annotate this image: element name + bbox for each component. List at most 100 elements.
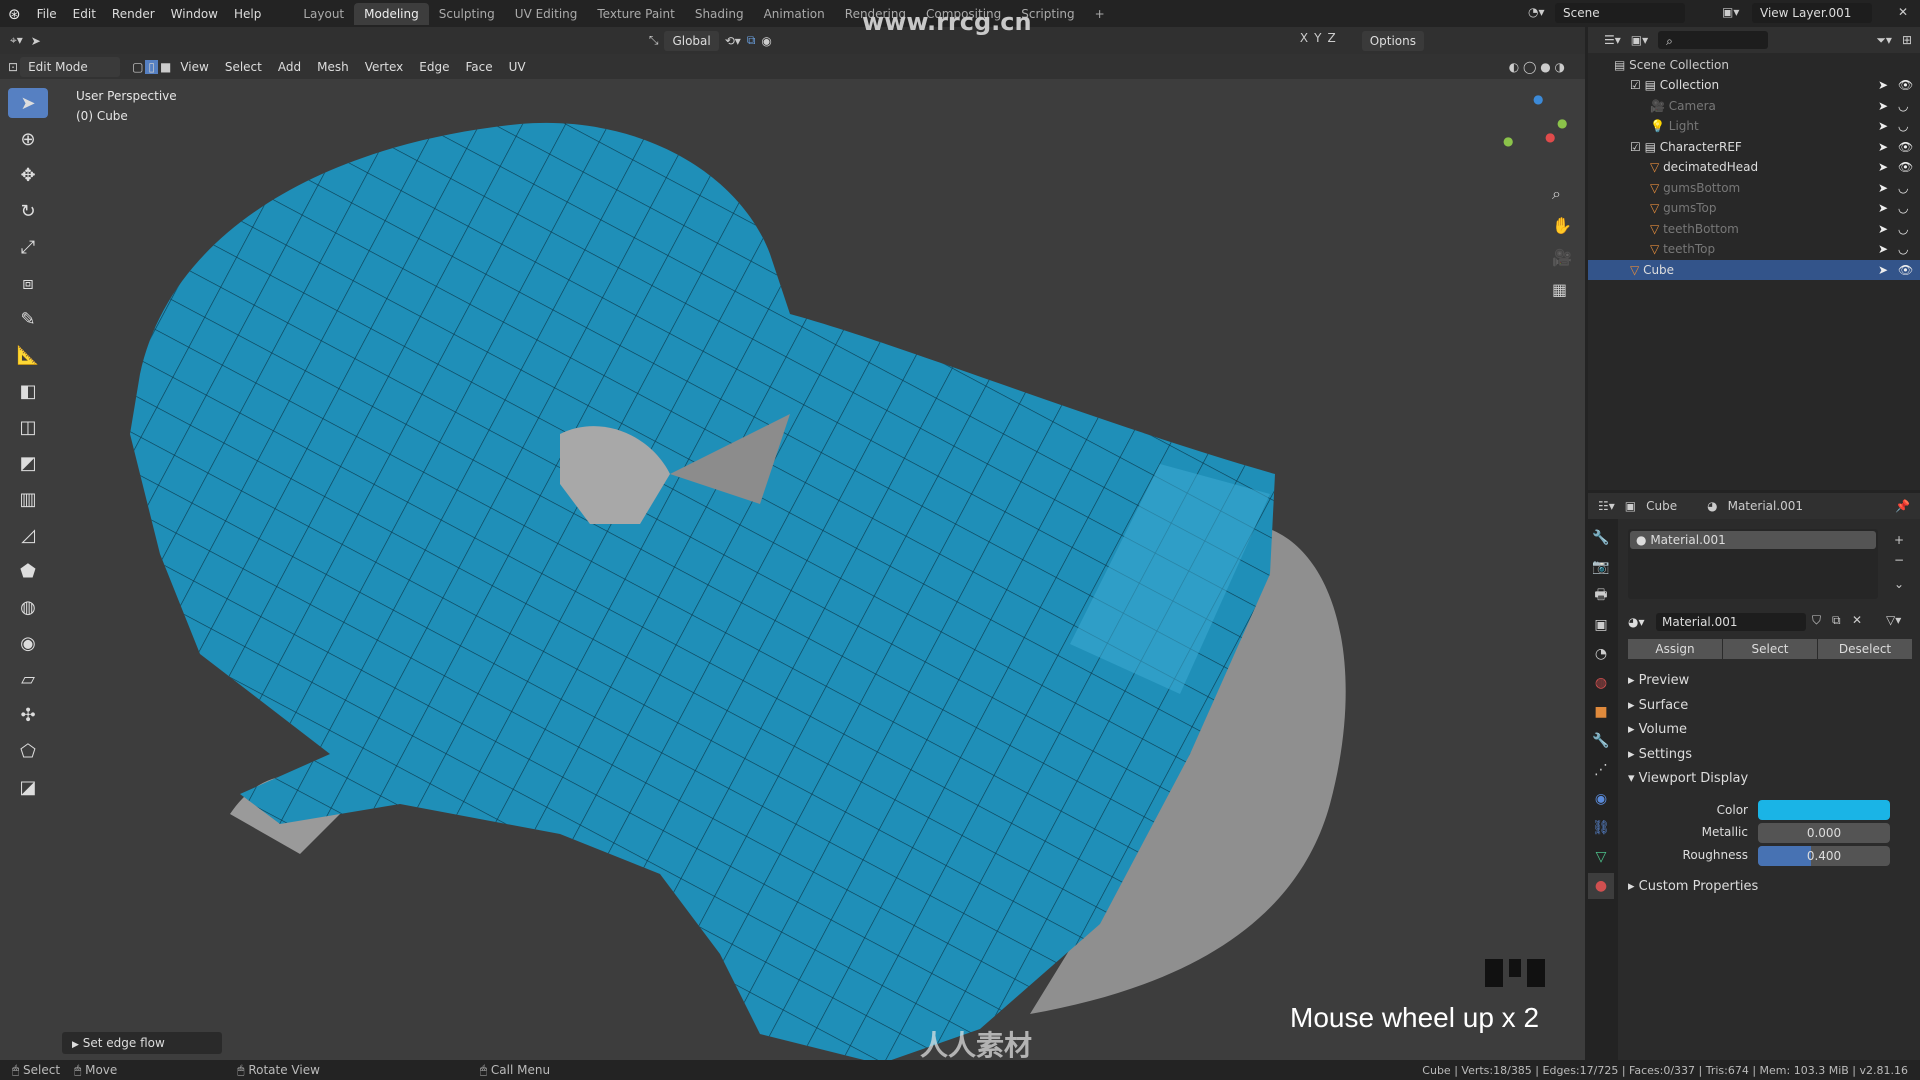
add-workspace-button[interactable]: + xyxy=(1085,3,1115,25)
browse-material-icon[interactable]: ◕▾ xyxy=(1628,615,1645,629)
display-mode-icon[interactable]: ☰▾ xyxy=(1604,33,1621,47)
tab-layout[interactable]: Layout xyxy=(293,3,354,25)
knife-tool-icon[interactable]: ◿ xyxy=(8,520,48,550)
spin-tool-icon[interactable]: ◍ xyxy=(8,592,48,622)
duplicate-material-icon[interactable]: ⧉ xyxy=(1832,613,1841,628)
scene-tab-icon[interactable]: ◔ xyxy=(1588,641,1614,667)
menu-window[interactable]: Window xyxy=(163,7,226,21)
menu-view[interactable]: View xyxy=(173,57,215,77)
menu-edit[interactable]: Edit xyxy=(65,7,104,21)
navigation-gizmo[interactable]: ● ● ● ● xyxy=(1495,92,1575,172)
constraints-tab-icon[interactable]: ⛓ xyxy=(1588,815,1614,841)
tab-shading[interactable]: Shading xyxy=(685,3,754,25)
menu-edge[interactable]: Edge xyxy=(412,57,456,77)
orientation-dropdown[interactable]: Global xyxy=(664,30,719,51)
unlink-material-icon[interactable]: ✕ xyxy=(1852,613,1862,627)
outliner-item[interactable]: ☑ ▤ CharacterREF ➤ 👁 xyxy=(1588,137,1920,157)
assign-button[interactable]: Assign xyxy=(1628,639,1722,659)
visibility-icon[interactable]: ◡ xyxy=(1898,201,1908,215)
new-collection-icon[interactable]: ⊞ xyxy=(1902,33,1912,47)
transform-tool-icon[interactable]: ⧈ xyxy=(8,268,48,298)
inset-tool-icon[interactable]: ◫ xyxy=(8,412,48,442)
pivot-icon[interactable]: ⟲▾ xyxy=(725,34,741,48)
panel-surface[interactable]: ▸ Surface xyxy=(1628,698,1688,713)
loop-cut-tool-icon[interactable]: ▥ xyxy=(8,484,48,514)
slot-menu-button[interactable]: ⌄ xyxy=(1894,577,1904,591)
outliner-item[interactable]: ▽ teethBottom ➤ ◡ xyxy=(1588,219,1920,239)
shear-tool-icon[interactable]: ⬠ xyxy=(8,736,48,766)
view-layer-tab-icon[interactable]: ▣ xyxy=(1588,612,1614,638)
link-data-icon[interactable]: ▽▾ xyxy=(1886,613,1901,627)
visibility-icon[interactable]: ◡ xyxy=(1898,99,1908,113)
outliner-item[interactable]: 💡 Light ➤ ◡ xyxy=(1588,116,1920,136)
extrude-tool-icon[interactable]: ◧ xyxy=(8,376,48,406)
outliner-item[interactable]: ☑ ▤ Collection ➤ 👁 xyxy=(1588,75,1920,95)
tab-sculpting[interactable]: Sculpting xyxy=(429,3,505,25)
material-tab-icon[interactable]: ● xyxy=(1588,873,1614,899)
outliner-item[interactable]: ▽ gumsTop ➤ ◡ xyxy=(1588,198,1920,218)
3d-viewport[interactable]: User Perspective (0) Cube ● ● ● ● ⌕ ✋ 🎥 ▦ ▶… xyxy=(0,54,1585,1060)
select-toggle-icon[interactable]: ➤ xyxy=(1878,263,1888,277)
face-select-icon[interactable]: ■ xyxy=(160,60,171,74)
output-tab-icon[interactable]: 🖶 xyxy=(1588,583,1614,609)
panel-preview[interactable]: ▸ Preview xyxy=(1628,673,1689,688)
select-toggle-icon[interactable]: ➤ xyxy=(1878,78,1888,92)
rip-tool-icon[interactable]: ◪ xyxy=(8,772,48,802)
physics-tab-icon[interactable]: ◉ xyxy=(1588,786,1614,812)
outliner-item[interactable]: ▽ teethTop ➤ ◡ xyxy=(1588,239,1920,259)
select-toggle-icon[interactable]: ➤ xyxy=(1878,160,1888,174)
render-tab-icon[interactable]: 📷 xyxy=(1588,554,1614,580)
annotate-tool-icon[interactable]: ✎ xyxy=(8,304,48,334)
operator-panel[interactable]: ▶ Set edge flow xyxy=(62,1032,222,1054)
select-toggle-icon[interactable]: ➤ xyxy=(1878,201,1888,215)
blender-logo-icon[interactable]: ⊛ xyxy=(0,5,29,23)
snap-icon[interactable]: ⧉ xyxy=(747,33,756,48)
editor-type-icon[interactable]: ⌖▾ xyxy=(10,33,23,48)
edge-select-icon[interactable]: ▯ xyxy=(145,59,159,74)
visibility-icon[interactable]: ◡ xyxy=(1898,119,1908,133)
panel-viewport-display[interactable]: ▾ Viewport Display xyxy=(1628,771,1748,786)
menu-face[interactable]: Face xyxy=(458,57,499,77)
select-tool-icon[interactable]: ➤ xyxy=(31,34,41,48)
pan-hand-icon[interactable]: ✋ xyxy=(1552,216,1572,235)
ortho-grid-icon[interactable]: ▦ xyxy=(1552,280,1567,299)
smooth-tool-icon[interactable]: ◉ xyxy=(8,628,48,658)
material-slot[interactable]: ● Material.001 xyxy=(1630,531,1876,549)
visibility-icon[interactable]: 👁 xyxy=(1898,78,1913,92)
menu-help[interactable]: Help xyxy=(226,7,269,21)
roughness-slider[interactable]: 0.400 xyxy=(1758,846,1890,866)
tab-animation[interactable]: Animation xyxy=(754,3,835,25)
select-toggle-icon[interactable]: ➤ xyxy=(1878,140,1888,154)
outliner-root[interactable]: ▤ Scene Collection xyxy=(1588,55,1920,75)
tab-texture-paint[interactable]: Texture Paint xyxy=(587,3,684,25)
menu-select[interactable]: Select xyxy=(218,57,269,77)
view-layer-field[interactable]: View Layer.001 xyxy=(1752,3,1872,23)
fake-user-icon[interactable]: ⛉ xyxy=(1812,613,1821,628)
panel-custom-properties[interactable]: ▸ Custom Properties xyxy=(1628,879,1758,894)
visibility-icon[interactable]: 👁 xyxy=(1898,140,1913,154)
data-tab-icon[interactable]: ▽ xyxy=(1588,844,1614,870)
visibility-icon[interactable]: ◡ xyxy=(1898,242,1908,256)
tab-modeling[interactable]: Modeling xyxy=(354,2,429,25)
close-view-layer-icon[interactable]: ✕ xyxy=(1898,5,1908,19)
menu-file[interactable]: File xyxy=(29,7,65,21)
object-tab-icon[interactable]: ■ xyxy=(1588,699,1614,725)
outliner-item[interactable]: ▽ gumsBottom ➤ ◡ xyxy=(1588,178,1920,198)
shrink-tool-icon[interactable]: ✣ xyxy=(8,700,48,730)
select-button[interactable]: Select xyxy=(1723,639,1817,659)
camera-view-icon[interactable]: 🎥 xyxy=(1552,248,1572,267)
tab-scripting[interactable]: Scripting xyxy=(1011,3,1084,25)
tab-uv-editing[interactable]: UV Editing xyxy=(505,3,588,25)
visibility-icon[interactable]: ◡ xyxy=(1898,181,1908,195)
panel-settings[interactable]: ▸ Settings xyxy=(1628,747,1692,762)
poly-build-tool-icon[interactable]: ⬟ xyxy=(8,556,48,586)
select-toggle-icon[interactable]: ➤ xyxy=(1878,119,1888,133)
mode-dropdown[interactable]: Edit Mode xyxy=(20,56,121,77)
rotate-tool-icon[interactable]: ↻ xyxy=(8,196,48,226)
edge-slide-tool-icon[interactable]: ▱ xyxy=(8,664,48,694)
select-box-tool-icon[interactable]: ➤ xyxy=(8,88,48,118)
view-layer-filter-icon[interactable]: ▣▾ xyxy=(1631,33,1648,47)
panel-volume[interactable]: ▸ Volume xyxy=(1628,722,1687,737)
view-layer-icon[interactable]: ▣▾ xyxy=(1722,5,1739,19)
add-slot-button[interactable]: + xyxy=(1894,533,1904,547)
